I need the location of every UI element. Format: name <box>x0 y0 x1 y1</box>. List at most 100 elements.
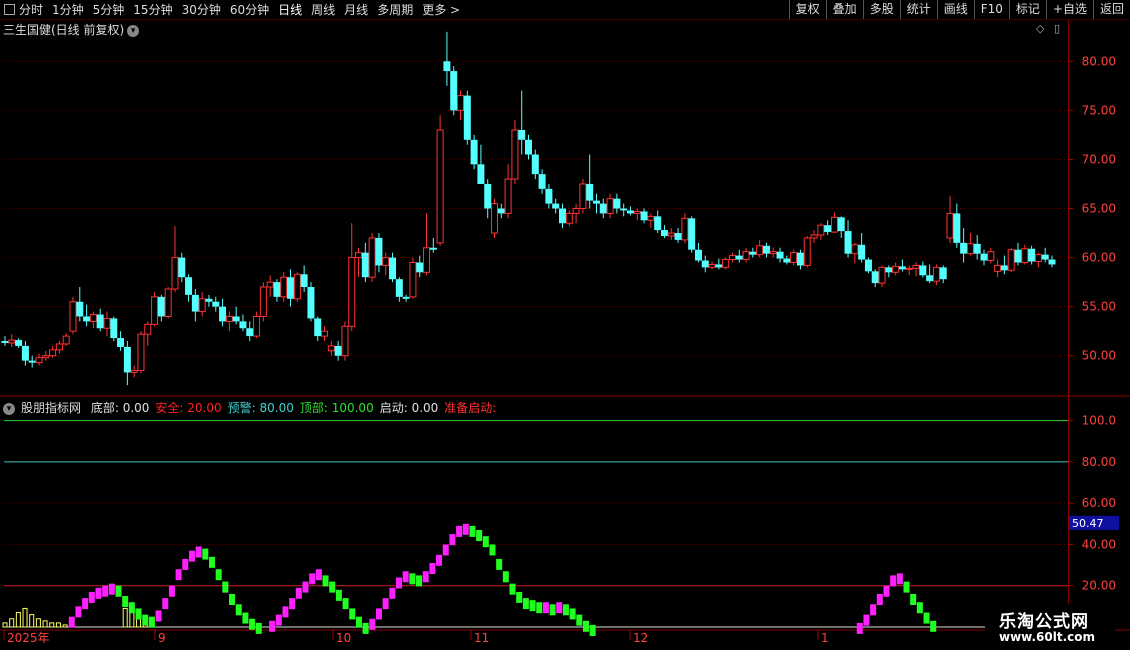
candle-body <box>178 257 186 278</box>
chart-canvas: 80.00 75.00 70.00 65.00 60.00 55.00 50.00 100.… <box>0 20 1130 645</box>
indicator-block <box>235 604 242 616</box>
candle-body <box>35 357 43 364</box>
candle-body <box>830 216 838 233</box>
candle-body <box>382 257 390 266</box>
chevron-down-icon[interactable]: ▾ <box>3 402 15 415</box>
indicator-block <box>556 602 563 614</box>
candle-body <box>674 233 682 240</box>
yellow-bar <box>29 614 35 628</box>
candle-body <box>484 183 492 209</box>
indicator-block <box>429 563 436 575</box>
candle-body <box>1014 249 1022 263</box>
candle-body <box>76 301 84 317</box>
candle-body <box>654 216 662 231</box>
candle-body <box>586 183 594 201</box>
yellow-bar <box>15 612 21 628</box>
indicator-block <box>168 585 175 597</box>
indicator-block <box>182 558 189 570</box>
candle-body <box>416 262 424 273</box>
candle-body <box>42 355 50 359</box>
indicator-block <box>108 583 115 595</box>
current-value-label: 50.47 <box>1072 517 1104 530</box>
candle-body <box>198 298 206 313</box>
indicator-block <box>409 573 416 585</box>
candle-body <box>592 200 600 204</box>
candle-body <box>436 129 444 244</box>
candle-body <box>504 178 512 214</box>
indicator-block <box>876 593 883 605</box>
candle-body <box>457 95 465 111</box>
candle-body <box>606 198 614 214</box>
indicator-block <box>229 593 236 605</box>
price-axis-label: 80.00 <box>1082 54 1116 68</box>
indicator-block <box>489 544 496 556</box>
indicator-block <box>569 608 576 620</box>
candle-body <box>307 287 315 319</box>
candle-body <box>69 301 77 332</box>
indicator-block <box>162 598 169 610</box>
yellow-bar <box>35 618 41 628</box>
candle-body <box>817 224 825 236</box>
yellow-bar <box>62 624 68 628</box>
indicator-block <box>923 612 930 624</box>
indicator-field-5: 准备启动: <box>444 401 497 415</box>
indicator-block <box>509 583 516 595</box>
indicator-block <box>269 620 276 632</box>
time-axis-label: 12 <box>633 631 648 645</box>
indicator-block <box>456 525 463 537</box>
candle-body <box>96 314 104 329</box>
candle-body <box>864 259 872 272</box>
time-axis-label: 11 <box>474 631 489 645</box>
indicator-block <box>175 569 182 581</box>
candle-body <box>980 253 988 261</box>
indicator-block <box>128 602 135 614</box>
candle-body <box>327 345 335 352</box>
candle-body <box>259 286 267 317</box>
price-axis-label: 60.00 <box>1082 251 1116 265</box>
indicator-block <box>476 530 483 542</box>
indicator-block <box>529 600 536 612</box>
candle-body <box>375 237 383 266</box>
time-axis-label: 1 <box>821 631 829 645</box>
candle-body <box>341 325 349 357</box>
candle-body <box>144 323 152 335</box>
indicator-block <box>355 616 362 628</box>
indicator-block <box>442 544 449 556</box>
candle-body <box>871 271 879 284</box>
candle-body <box>715 264 723 268</box>
candle-body <box>905 267 913 270</box>
candle-body <box>28 360 36 363</box>
candle-body <box>62 335 70 345</box>
indicator-block <box>188 550 195 562</box>
indicator-field-4: 启动: 0.00 <box>379 401 439 415</box>
indicator-block <box>402 571 409 583</box>
candle-body <box>123 346 131 373</box>
candle-body <box>185 277 193 295</box>
candle-body <box>892 265 900 273</box>
candle-body <box>572 208 580 214</box>
indicator-block <box>342 598 349 610</box>
ind-axis-label: 100.0 <box>1082 414 1116 428</box>
indicator-name: 股朋指标网 <box>21 401 82 415</box>
candle-body <box>994 264 1002 272</box>
candle-body <box>885 267 893 273</box>
indicator-block <box>75 606 82 618</box>
indicator-block <box>362 622 369 634</box>
yellow-bar <box>49 622 55 628</box>
candle-body <box>531 154 539 175</box>
indicator-block <box>329 581 336 593</box>
indicator-block <box>930 620 937 632</box>
indicator-block <box>870 604 877 616</box>
candle-body <box>694 249 702 261</box>
indicator-block <box>375 608 382 620</box>
price-axis-label: 65.00 <box>1082 202 1116 216</box>
candle-body <box>191 294 199 312</box>
candle-body <box>966 243 974 255</box>
indicator-block <box>202 548 209 560</box>
candle-body <box>538 174 546 189</box>
candle-body <box>389 257 397 280</box>
candle-body <box>1041 254 1049 260</box>
indicator-block <box>95 587 102 599</box>
candle-body <box>973 243 981 254</box>
indicator-block <box>562 604 569 616</box>
